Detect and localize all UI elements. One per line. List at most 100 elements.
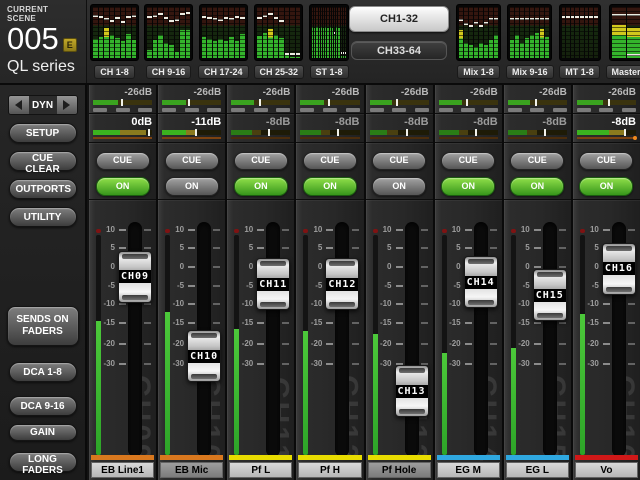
- cue-button[interactable]: CUE: [303, 152, 357, 170]
- on-button[interactable]: ON: [234, 177, 288, 196]
- meter-bar: [164, 7, 169, 58]
- level-meter-upper: [609, 130, 624, 135]
- meter-bar-fill: [535, 33, 539, 59]
- long-faders-button[interactable]: LONG FADERS: [9, 452, 77, 472]
- fader-handle[interactable]: CH10: [187, 330, 221, 382]
- cue-button[interactable]: CUE: [234, 152, 288, 170]
- meter-peak-hold: [334, 32, 335, 34]
- row-divider: [573, 142, 640, 143]
- bank-ch33-64-button[interactable]: CH33-64: [351, 41, 447, 60]
- on-button[interactable]: ON: [96, 177, 150, 196]
- fader-handle[interactable]: CH12: [325, 258, 359, 310]
- fader-track[interactable]: [405, 222, 419, 457]
- fader-scale-tick: [628, 343, 635, 345]
- cue-button[interactable]: CUE: [165, 152, 219, 170]
- on-button[interactable]: ON: [579, 177, 633, 196]
- meter-bar: [93, 7, 98, 58]
- on-button[interactable]: ON: [165, 177, 219, 196]
- fader-scale-tick: [213, 247, 220, 249]
- level-meter: [162, 130, 221, 135]
- fader-scale-tick: [188, 322, 195, 324]
- channel-name[interactable]: EG L: [506, 462, 569, 478]
- on-button[interactable]: ON: [441, 177, 495, 196]
- channel-strip-ch14[interactable]: CH14-26dB-8dBCUEON1050-5-10-15-20-30CH14…: [435, 85, 502, 480]
- channel-strip-area: CH09-26dB0dBCUEON1050-5-10-15-20-30CH09E…: [89, 85, 640, 480]
- level-meter: [370, 130, 429, 135]
- cue-button[interactable]: CUE: [441, 152, 495, 170]
- meter-bar: [323, 7, 324, 58]
- meter-peak-hold: [525, 18, 529, 20]
- outports-button[interactable]: OUTPORTS: [9, 179, 77, 199]
- cue-clear-button[interactable]: CUE CLEAR: [9, 151, 77, 171]
- bank-ch1-32-button[interactable]: CH1-32: [349, 6, 449, 32]
- meter-bar: [580, 7, 584, 58]
- fader-scale-tick: [465, 322, 472, 324]
- dyn-threshold-value: -26dB: [124, 87, 152, 98]
- dyn-meter: [231, 100, 290, 105]
- dyn-segment: [439, 108, 453, 112]
- meter-bar-fill: [274, 35, 279, 58]
- fader-handle[interactable]: CH13: [395, 365, 429, 417]
- channel-strip-ch15[interactable]: CH15-26dB-8dBCUEON1050-5-10-15-20-30CH15…: [504, 85, 571, 480]
- fader-scale-tick: [188, 247, 195, 249]
- dca-9-16-button[interactable]: DCA 9-16: [9, 396, 77, 416]
- dyn-next-button[interactable]: [57, 96, 77, 114]
- utility-button[interactable]: UTILITY: [9, 207, 77, 227]
- cue-button[interactable]: CUE: [372, 152, 426, 170]
- dyn-threshold-marker: [608, 99, 610, 106]
- on-button[interactable]: ON: [372, 177, 426, 196]
- row-divider: [158, 113, 225, 114]
- channel-name[interactable]: Pf L: [229, 462, 292, 478]
- fader-scale-tick: [421, 285, 428, 287]
- fader-handle[interactable]: CH14: [464, 256, 498, 308]
- meter-peak-hold: [229, 18, 234, 20]
- channel-strip-ch09[interactable]: CH09-26dB0dBCUEON1050-5-10-15-20-30CH09E…: [89, 85, 156, 480]
- meter-bar: [341, 7, 342, 58]
- dyn-threshold-marker: [328, 99, 330, 106]
- on-button[interactable]: ON: [510, 177, 564, 196]
- cue-button[interactable]: CUE: [579, 152, 633, 170]
- scene-panel[interactable]: CURRENT SCENE 005 E QL series: [0, 0, 87, 83]
- channel-strip-ch12[interactable]: CH12-26dB-8dBCUEON1050-5-10-15-20-30CH12…: [296, 85, 363, 480]
- fader-track[interactable]: [543, 222, 557, 457]
- channel-strip-ch11[interactable]: CH11-26dB-8dBCUEON1050-5-10-15-20-30CH11…: [227, 85, 294, 480]
- fader-scale-tick: [119, 247, 126, 249]
- channel-name[interactable]: Pf H: [298, 462, 361, 478]
- channel-strip-ch16[interactable]: CH16-26dB-8dBCUEON1050-5-10-15-20-30CH16…: [573, 85, 640, 480]
- fader-handle-label: CH16: [603, 262, 635, 275]
- fader-handle[interactable]: CH11: [256, 258, 290, 310]
- channel-strip-ch10[interactable]: CH10-26dB-11dBCUEON1050-5-10-15-20-30CH1…: [158, 85, 225, 480]
- fader-scale-tick: [559, 322, 566, 324]
- meter-bar-fill: [153, 40, 158, 58]
- channel-strip-ch13[interactable]: CH13-26dB-8dBCUEON1050-5-10-15-20-30CH13…: [366, 85, 433, 480]
- cue-button[interactable]: CUE: [510, 152, 564, 170]
- meter-peak-hold: [589, 16, 593, 18]
- meter-bar-fill: [510, 40, 514, 58]
- fader-handle[interactable]: CH16: [602, 243, 636, 295]
- dyn-meter-fill: [370, 100, 392, 105]
- channel-name[interactable]: EB Line1: [91, 462, 154, 478]
- channel-name[interactable]: EG M: [437, 462, 500, 478]
- meter-bar-fill: [186, 30, 191, 58]
- meter-peak-hold: [575, 16, 579, 18]
- cue-button[interactable]: CUE: [96, 152, 150, 170]
- dyn-segment: [484, 108, 498, 112]
- dyn-prev-button[interactable]: [9, 96, 29, 114]
- channel-name[interactable]: Vo: [575, 462, 638, 478]
- channel-name[interactable]: Pf Hole: [368, 462, 431, 478]
- level-meter-fill: [508, 130, 528, 135]
- meter-bar: [566, 7, 570, 58]
- fader-handle[interactable]: CH09: [118, 251, 152, 303]
- meter-bar: [332, 7, 333, 58]
- setup-button[interactable]: SETUP: [9, 123, 77, 143]
- fader-handle[interactable]: CH15: [533, 269, 567, 321]
- sends-on-faders-button[interactable]: SENDS ON FADERS: [7, 306, 79, 346]
- meter-peak-hold: [479, 25, 483, 27]
- channel-name[interactable]: EB Mic: [160, 462, 223, 478]
- meter-bar: [330, 7, 331, 58]
- level-marker: [406, 129, 408, 136]
- on-button[interactable]: ON: [303, 177, 357, 196]
- dyn-segment-indicators: [577, 108, 636, 112]
- dca-1-8-button[interactable]: DCA 1-8: [9, 362, 77, 382]
- gain-button[interactable]: GAIN: [9, 424, 77, 441]
